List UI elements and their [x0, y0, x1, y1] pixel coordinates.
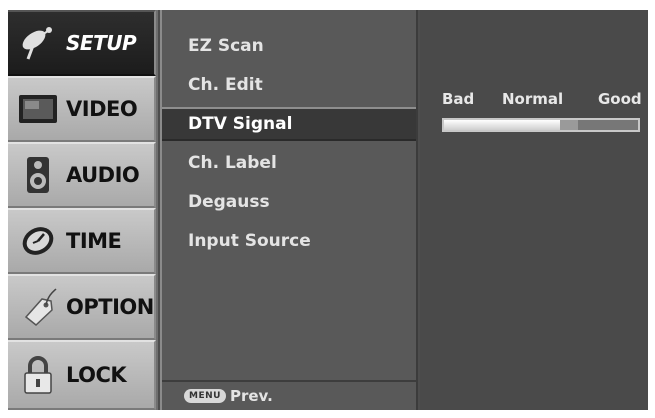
tab-video-label: VIDEO — [66, 97, 138, 121]
menu-item-dtv-signal[interactable]: DTV Signal — [162, 107, 416, 141]
signal-label-good: Good — [598, 90, 642, 108]
setup-menu-list: EZ Scan Ch. Edit DTV Signal Ch. Label De… — [160, 10, 418, 410]
menu-item-ez-scan[interactable]: EZ Scan — [162, 29, 416, 63]
signal-label-normal: Normal — [502, 90, 564, 108]
signal-strength-peak — [560, 120, 579, 130]
tab-lock[interactable]: LOCK — [8, 340, 156, 410]
menu-item-ch-label[interactable]: Ch. Label — [162, 146, 416, 180]
monitor-icon — [16, 87, 60, 131]
tab-time-label: TIME — [66, 229, 122, 253]
tab-setup-label: SETUP — [66, 31, 137, 55]
tab-lock-label: LOCK — [66, 363, 127, 387]
menu-item-input-source[interactable]: Input Source — [162, 224, 416, 258]
tab-video[interactable]: VIDEO — [8, 76, 156, 142]
menu-item-degauss[interactable]: Degauss — [162, 185, 416, 219]
tab-setup[interactable]: SETUP — [8, 10, 156, 76]
prev-hint-label: Prev. — [229, 387, 273, 405]
category-tabs: SETUP VIDEO AUDIO TIME OPTION LOCK — [8, 10, 158, 410]
tag-icon — [16, 285, 60, 329]
signal-strength-fill — [444, 120, 561, 130]
tab-option[interactable]: OPTION — [8, 274, 156, 340]
speaker-icon — [16, 153, 60, 197]
menu-item-ch-edit[interactable]: Ch. Edit — [162, 68, 416, 102]
tab-audio[interactable]: AUDIO — [8, 142, 156, 208]
padlock-icon — [16, 353, 60, 397]
tab-option-label: OPTION — [66, 295, 154, 319]
clock-icon — [16, 219, 60, 263]
tab-audio-label: AUDIO — [66, 163, 140, 187]
setup-menu-screen: SETUP VIDEO AUDIO TIME OPTION LOCK EZ Sc… — [8, 10, 648, 410]
menu-key-badge: MENU — [184, 389, 226, 403]
signal-strength-meter — [442, 118, 640, 132]
menu-footer: MENU Prev. — [162, 380, 416, 410]
dtv-signal-panel: Bad Normal Good — [420, 10, 648, 410]
tab-time[interactable]: TIME — [8, 208, 156, 274]
signal-label-bad: Bad — [442, 90, 475, 108]
satellite-dish-icon — [16, 21, 60, 65]
